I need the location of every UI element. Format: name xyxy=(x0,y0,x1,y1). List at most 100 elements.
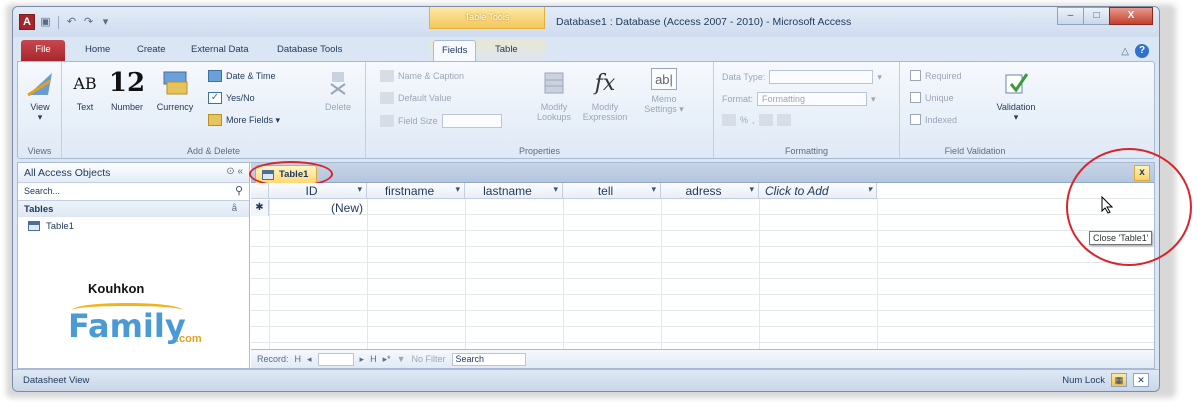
text-field-button[interactable]: AB Text xyxy=(68,68,102,113)
new-record-button[interactable]: ▸* xyxy=(383,354,391,365)
data-type-label: Data Type: xyxy=(722,72,766,82)
current-record-input[interactable] xyxy=(317,352,354,366)
access-logo-icon[interactable]: A xyxy=(19,14,35,30)
field-size-input[interactable] xyxy=(441,114,502,128)
unique-check-icon xyxy=(910,92,921,103)
data-type-dropdown-icon[interactable]: ▾ xyxy=(877,72,882,83)
increase-decimals-icon[interactable] xyxy=(758,114,773,126)
field-size-row: Field Size xyxy=(380,114,502,128)
modify-expression-label: Modify Expression xyxy=(582,102,628,122)
save-icon[interactable]: ▣ xyxy=(39,16,52,29)
design-view-button[interactable]: ✕ xyxy=(1133,373,1149,387)
column-dropdown-icon[interactable]: ▾ xyxy=(749,184,754,195)
customize-qa-icon[interactable]: ▾ xyxy=(99,16,112,29)
nav-item-label: Table1 xyxy=(46,220,74,232)
column-dropdown-icon[interactable]: ▾ xyxy=(867,184,872,195)
decrease-decimals-icon[interactable] xyxy=(776,114,791,126)
new-record-marker[interactable]: ✱ xyxy=(251,200,269,216)
tab-database-tools[interactable]: Database Tools xyxy=(269,40,350,62)
modify-expression-button[interactable]: fx Modify Expression xyxy=(578,68,632,123)
more-fields-button[interactable]: More Fields ▾ xyxy=(208,114,280,126)
column-dropdown-icon[interactable]: ▾ xyxy=(357,184,362,195)
number-field-button[interactable]: 12 Number xyxy=(102,68,152,112)
currency-field-button[interactable]: Currency xyxy=(150,68,200,112)
datasheet-view-button[interactable]: ▦ xyxy=(1111,373,1127,387)
column-header-firstname[interactable]: firstname ▾ xyxy=(367,183,465,199)
column-header-lastname[interactable]: lastname ▾ xyxy=(465,183,563,199)
indexed-check-icon xyxy=(910,114,921,125)
prev-record-button[interactable]: ◂ xyxy=(307,354,312,365)
column-dropdown-icon[interactable]: ▾ xyxy=(455,184,460,195)
minimize-button[interactable]: – xyxy=(1057,7,1084,25)
grid-line xyxy=(367,199,368,349)
unique-checkbox[interactable]: Unique xyxy=(910,92,954,103)
column-header-id[interactable]: ID ▾ xyxy=(269,183,367,199)
datasheet-grid[interactable] xyxy=(251,183,1154,349)
tab-create[interactable]: Create xyxy=(129,40,174,62)
access-window: A ▣ ↶ ↷ ▾ Table Tools Database1 : Databa… xyxy=(12,6,1160,392)
window-controls: – □ X xyxy=(1057,7,1153,25)
last-record-button[interactable]: H xyxy=(370,354,377,364)
title-bar: A ▣ ↶ ↷ ▾ Table Tools Database1 : Databa… xyxy=(13,7,1159,37)
next-record-button[interactable]: ▸ xyxy=(360,354,365,365)
nav-pane-controls[interactable]: ⊙ « xyxy=(226,166,243,177)
tab-fields[interactable]: Fields xyxy=(433,40,477,62)
nav-search-input[interactable]: Search... xyxy=(24,186,60,196)
indexed-checkbox[interactable]: Indexed xyxy=(910,114,957,125)
status-right: Num Lock ▦ ✕ xyxy=(1062,373,1149,387)
date-time-button[interactable]: Date & Time xyxy=(208,70,276,82)
close-window-button[interactable]: X xyxy=(1109,7,1153,25)
collapse-icon[interactable]: å xyxy=(232,203,237,214)
currency-format-icon[interactable] xyxy=(722,114,736,126)
tab-file[interactable]: File xyxy=(21,40,65,62)
undo-icon[interactable]: ↶ xyxy=(65,16,78,29)
tab-external-data[interactable]: External Data xyxy=(183,40,257,62)
column-header-adress[interactable]: adress ▾ xyxy=(661,183,759,199)
column-header-tell[interactable]: tell ▾ xyxy=(563,183,661,199)
field-validation-group-label: Field Validation xyxy=(944,146,1006,156)
delete-field-button[interactable]: Delete xyxy=(318,68,358,112)
formatting-group-label: Formatting xyxy=(784,146,828,156)
nav-search-box[interactable]: Search... ⚲ xyxy=(18,183,249,201)
select-all-corner[interactable] xyxy=(251,183,269,199)
default-value-button[interactable]: Default Value xyxy=(380,92,451,104)
validation-button[interactable]: Validation ▾ xyxy=(988,68,1044,123)
group-field-validation: Required Unique Indexed Validation ▾ Fiel… xyxy=(900,62,1050,158)
group-views: View ▾ Views xyxy=(18,62,62,158)
group-add-delete: AB Text 12 Number Currency Date & Time ✓… xyxy=(62,62,366,158)
first-record-button[interactable]: H xyxy=(295,354,302,364)
required-checkbox[interactable]: Required xyxy=(910,70,962,81)
filter-icon: ▼ xyxy=(396,354,406,364)
format-select[interactable]: Formatting xyxy=(757,92,868,106)
delete-label: Delete xyxy=(324,102,351,112)
nav-pane-header[interactable]: All Access Objects ⊙ « xyxy=(18,163,249,183)
minimize-ribbon-icon[interactable]: △ xyxy=(1121,46,1129,57)
date-time-label: Date & Time xyxy=(226,71,276,81)
view-button[interactable]: View ▾ xyxy=(24,68,56,123)
memo-settings-button[interactable]: ab| Memo Settings ▾ xyxy=(634,68,694,115)
column-label: lastname xyxy=(483,184,532,198)
nav-section-tables[interactable]: Tables å xyxy=(18,201,249,217)
more-fields-label: More Fields ▾ xyxy=(226,114,281,125)
yes-no-button[interactable]: ✓ Yes/No xyxy=(208,92,255,104)
search-icon[interactable]: ⚲ xyxy=(235,184,243,197)
tab-home[interactable]: Home xyxy=(77,40,118,62)
data-type-select[interactable] xyxy=(769,70,874,84)
record-search-input[interactable]: Search xyxy=(451,352,526,366)
redo-icon[interactable]: ↷ xyxy=(82,16,95,29)
name-caption-button[interactable]: Name & Caption xyxy=(380,70,464,82)
format-dropdown-icon[interactable]: ▾ xyxy=(871,94,876,105)
percent-button[interactable]: % xyxy=(740,115,748,125)
column-header-row: ID ▾ firstname ▾ lastname ▾ tell ▾ adress ▾ C… xyxy=(251,183,877,199)
tab-table[interactable]: Table xyxy=(487,40,526,62)
column-header-click-to-add[interactable]: Click to Add ▾ xyxy=(759,183,877,199)
help-icon[interactable]: ? xyxy=(1135,44,1149,58)
column-dropdown-icon[interactable]: ▾ xyxy=(553,184,558,195)
comma-button[interactable]: , xyxy=(752,115,755,125)
modify-lookups-button[interactable]: Modify Lookups xyxy=(532,68,576,122)
column-dropdown-icon[interactable]: ▾ xyxy=(651,184,656,195)
maximize-button[interactable]: □ xyxy=(1083,7,1110,25)
no-filter-indicator[interactable]: No Filter xyxy=(412,354,446,364)
nav-item-table1[interactable]: Table1 xyxy=(18,217,249,235)
new-record-id[interactable]: (New) xyxy=(269,200,367,216)
